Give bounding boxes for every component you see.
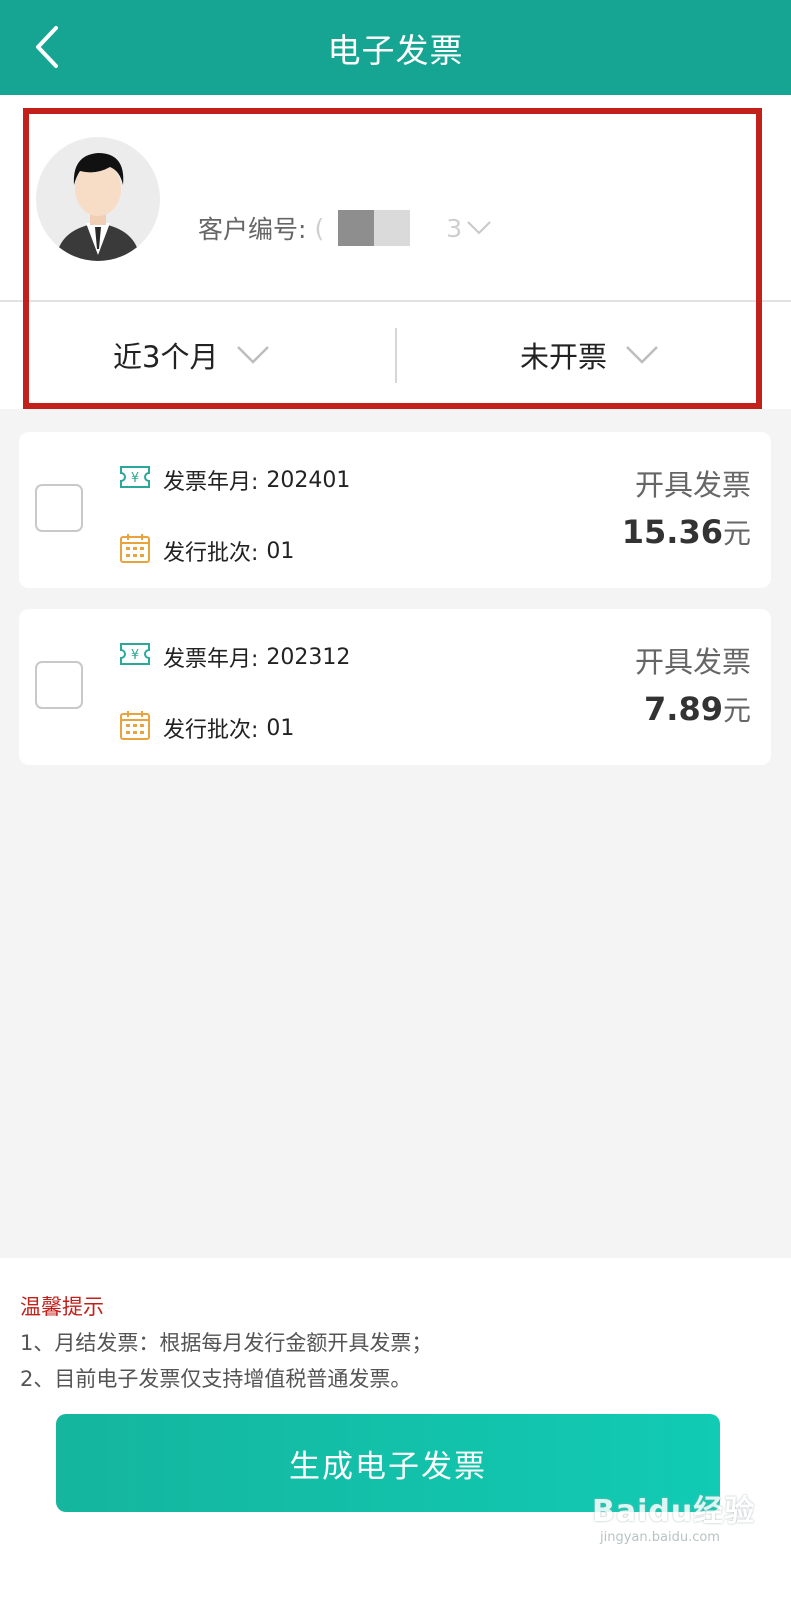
redacted-block [338, 210, 375, 246]
watermark-url: jingyan.baidu.com [600, 1530, 720, 1545]
page-title: 电子发票 [327, 31, 464, 70]
customer-number[interactable]: 客户编号: ( 3 [198, 210, 492, 246]
invoice-checkbox[interactable] [35, 484, 83, 532]
invoice-amount: 15.36元 [622, 512, 751, 552]
status-filter[interactable]: 未开票 [520, 325, 659, 385]
calendar-icon [119, 532, 151, 570]
invoice-card[interactable]: ¥ 发票年月: 202312 发行批次: 01 开具发票 7.89元 [19, 609, 771, 765]
customer-number-prefix: ( [314, 213, 325, 243]
notice-line: 2、目前电子发票仅支持增值税普通发票。 [20, 1367, 412, 1391]
avatar [36, 137, 160, 261]
invoice-amount-unit: 元 [722, 694, 751, 727]
svg-text:¥: ¥ [131, 648, 139, 663]
invoice-amount-value: 7.89 [644, 690, 723, 728]
issue-invoice-link[interactable]: 开具发票 [635, 462, 751, 504]
notice-line: 1、月结发票：根据每月发行金额开具发票； [20, 1331, 433, 1355]
invoice-batch-label: 发行批次: [163, 541, 259, 566]
invoice-batch-value: 01 [266, 538, 295, 564]
calendar-icon [119, 709, 151, 747]
chevron-down-icon [236, 338, 270, 372]
period-filter[interactable]: 近3个月 [113, 325, 270, 385]
customer-panel: 客户编号: ( 3 近3个月 未开票 [0, 95, 791, 409]
redacted-block [374, 210, 411, 246]
invoice-month-label: 发票年月: [163, 647, 259, 672]
invoice-batch-value: 01 [266, 715, 295, 741]
ticket-yuan-icon: ¥ [119, 642, 151, 672]
invoice-month-value: 202312 [266, 644, 351, 670]
chevron-down-icon [467, 221, 491, 235]
issue-invoice-link[interactable]: 开具发票 [635, 639, 751, 681]
invoice-checkbox[interactable] [35, 661, 83, 709]
invoice-month-row: ¥ 发票年月: 202401 [119, 464, 350, 496]
customer-number-suffix: 3 [446, 213, 463, 243]
chevron-down-icon [625, 338, 659, 372]
watermark-brand: Baidu经验 [592, 1494, 756, 1529]
notice-panel: 温馨提示 1、月结发票：根据每月发行金额开具发票； 2、目前电子发票仅支持增值税… [0, 1258, 791, 1600]
filter-divider [395, 328, 397, 383]
invoice-month-value: 202401 [266, 467, 351, 493]
notice-title: 温馨提示 [20, 1295, 104, 1319]
invoice-month-label: 发票年月: [163, 470, 259, 495]
ticket-yuan-icon: ¥ [119, 465, 151, 495]
invoice-amount-value: 15.36 [621, 513, 723, 551]
invoice-batch-label: 发行批次: [163, 718, 259, 743]
app-header: 电子发票 [0, 0, 791, 95]
invoice-month-row: ¥ 发票年月: 202312 [119, 641, 350, 673]
invoice-amount: 7.89元 [644, 689, 751, 729]
svg-text:¥: ¥ [131, 471, 139, 486]
invoice-amount-unit: 元 [722, 517, 751, 550]
watermark-logo: Baidu经验 jingyan.baidu.com [592, 1486, 755, 1545]
status-filter-label: 未开票 [520, 340, 608, 374]
invoice-batch-row: 发行批次: 01 [119, 532, 294, 570]
invoice-card[interactable]: ¥ 发票年月: 202401 发行批次: 01 开具发票 15.36元 [19, 432, 771, 588]
invoice-batch-row: 发行批次: 01 [119, 709, 294, 747]
period-filter-label: 近3个月 [113, 340, 219, 374]
customer-number-label: 客户编号: [198, 215, 307, 244]
divider [0, 300, 791, 302]
